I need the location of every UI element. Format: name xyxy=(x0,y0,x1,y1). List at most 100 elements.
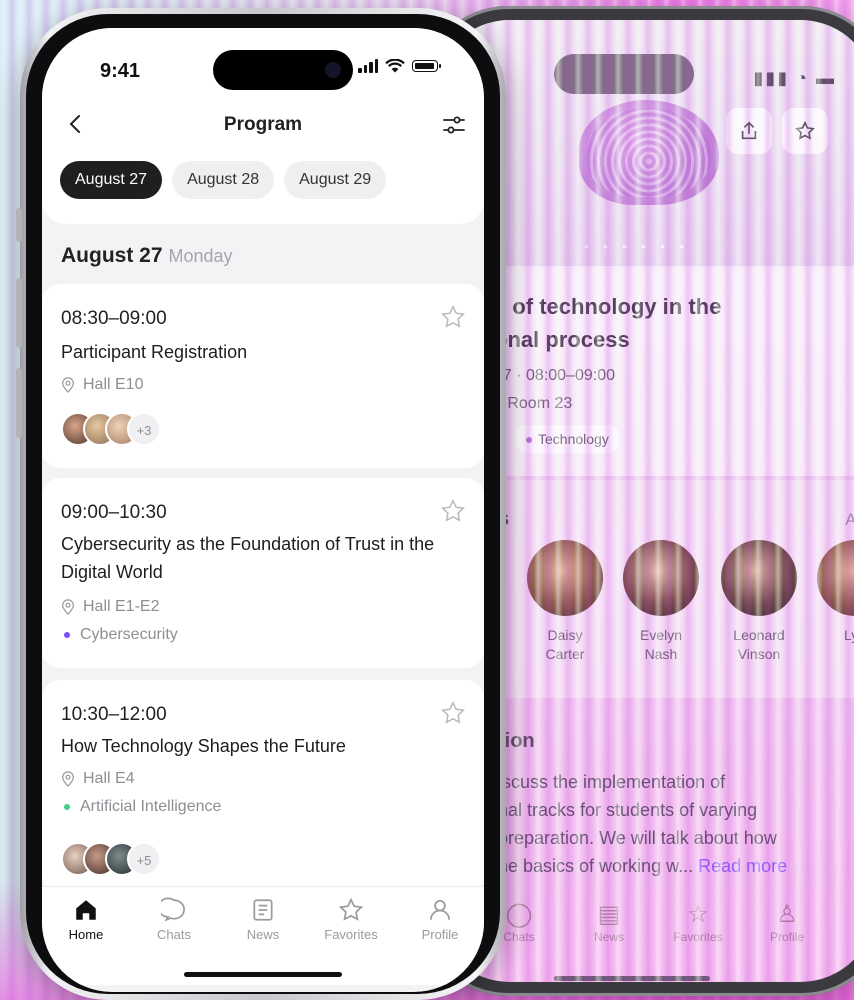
date-tab-august-27[interactable]: August 27 xyxy=(60,161,163,199)
session-tag-label: Artificial Intelligence xyxy=(80,798,222,815)
signal-icon xyxy=(358,59,378,73)
star-icon[interactable] xyxy=(440,304,466,330)
participants-avatars[interactable]: +3 xyxy=(61,412,161,446)
speaker-last-name: Nash xyxy=(644,646,678,662)
description-line: preparation. We will talk about how xyxy=(498,828,777,848)
profile-icon xyxy=(429,899,451,920)
speaker-photo xyxy=(527,540,603,616)
tab-news[interactable]: News xyxy=(223,897,303,942)
detail-tab-news[interactable]: ▤ News xyxy=(574,900,644,944)
day-heading: August 27 Monday xyxy=(61,244,233,268)
star-icon[interactable] xyxy=(440,498,466,524)
silent-switch xyxy=(16,208,22,242)
news-icon xyxy=(253,899,273,921)
tab-bar: Home Chats News Favorites Profile xyxy=(42,886,484,985)
tab-favorites[interactable]: Favorites xyxy=(311,897,391,942)
location-pin-icon xyxy=(62,771,74,787)
session-hall-label: Hall E1-E2 xyxy=(83,598,160,615)
brain-illustration xyxy=(579,100,719,205)
session-title: Participant Registration xyxy=(61,342,248,362)
profile-icon: ♙ xyxy=(776,901,798,928)
day-date: August 27 xyxy=(61,244,163,267)
tab-label: News xyxy=(593,930,624,944)
session-title: How Technology Shapes the Future xyxy=(61,736,346,756)
star-icon xyxy=(795,120,815,140)
speaker-first-name: Daisy xyxy=(547,627,583,643)
session-time: 08:30–09:00 xyxy=(61,308,167,329)
day-weekday: Monday xyxy=(168,246,233,266)
share-button[interactable] xyxy=(726,108,772,154)
session-tag: Cybersecurity xyxy=(64,626,178,644)
date-tabs: August 27 August 28 August 29 xyxy=(60,161,387,199)
speaker-first-name: Lyu xyxy=(843,627,854,643)
tab-label: Home xyxy=(68,927,104,942)
speaker-item[interactable]: Leonard Vinson xyxy=(714,540,804,664)
session-hall: Hall E10 xyxy=(61,376,143,394)
tab-home[interactable]: Home xyxy=(46,897,126,942)
detail-tag: Technology xyxy=(516,425,619,453)
session-card[interactable]: 09:00–10:30 Cybersecurity as the Foundat… xyxy=(42,478,484,668)
tab-label: Chats xyxy=(157,927,191,942)
program-screen: 9:41 Program August 27 August 28 August … xyxy=(42,28,484,992)
detail-tag-label: Technology xyxy=(538,431,609,447)
home-indicator xyxy=(184,972,342,977)
sliders-icon[interactable] xyxy=(442,114,466,136)
detail-title-line1: e of technology in the xyxy=(494,294,722,319)
description-line: iscuss the implementation of xyxy=(498,772,726,792)
tab-label: Favorites xyxy=(673,930,723,944)
session-card[interactable]: 08:30–09:00 Participant Registration Hal… xyxy=(42,284,484,468)
detail-tab-favorites[interactable]: ☆ Favorites xyxy=(663,900,733,944)
speaker-first-name: Leonard xyxy=(733,627,785,643)
speaker-photo xyxy=(817,540,854,616)
speaker-last-name: Vinson xyxy=(737,646,781,662)
program-phone: 9:41 Program August 27 August 28 August … xyxy=(16,8,506,1000)
favorite-button[interactable] xyxy=(782,108,828,154)
session-card[interactable]: 10:30–12:00 How Technology Shapes the Fu… xyxy=(42,680,484,894)
tag-dot xyxy=(64,804,70,810)
status-time: 9:41 xyxy=(100,60,141,82)
battery-icon xyxy=(412,60,441,72)
read-more-link[interactable]: Read more xyxy=(698,856,787,876)
speaker-item[interactable]: Evelyn Nash xyxy=(616,540,706,664)
speakers-all-link[interactable]: All xyxy=(845,510,854,530)
tag-dot xyxy=(526,437,532,444)
camera xyxy=(325,62,341,78)
participants-avatars[interactable]: +5 xyxy=(61,842,161,876)
tab-label: Chats xyxy=(503,930,535,944)
session-time: 10:30–12:00 xyxy=(61,704,167,725)
session-hall: Hall E4 xyxy=(61,770,135,788)
tab-chats[interactable]: Chats xyxy=(134,897,214,942)
session-tag-label: Cybersecurity xyxy=(80,626,178,643)
description-text: iscuss the implementation of nal tracks … xyxy=(498,768,838,880)
session-title: Cybersecurity as the Foundation of Trust… xyxy=(61,534,435,582)
location-pin-icon xyxy=(62,599,74,615)
location-pin-icon xyxy=(62,377,74,393)
detail-datetime: 17 · 08:00–09:00 xyxy=(494,367,615,384)
session-hall-label: Hall E4 xyxy=(83,770,135,787)
status-icons: ▮▮▮ ◔ ▬ xyxy=(753,68,836,88)
dynamic-island xyxy=(554,54,694,94)
star-icon xyxy=(338,897,364,921)
speaker-photo xyxy=(623,540,699,616)
tab-label: Profile xyxy=(421,927,459,942)
detail-tab-profile[interactable]: ♙ Profile xyxy=(752,900,822,944)
description-line: he basics of working w... xyxy=(498,856,694,876)
star-icon[interactable] xyxy=(440,700,466,726)
tab-profile[interactable]: Profile xyxy=(400,897,480,942)
speaker-item[interactable]: Lyu xyxy=(810,540,854,645)
detail-title: e of technology in the onal process xyxy=(494,290,854,356)
status-icons xyxy=(358,59,441,73)
speaker-item[interactable]: Daisy Carter xyxy=(520,540,610,664)
tab-label: Favorites xyxy=(324,927,378,942)
wifi-icon xyxy=(385,59,405,73)
session-hall: Hall E1-E2 xyxy=(61,598,159,616)
tag-dot xyxy=(64,632,70,638)
speaker-first-name: Evelyn xyxy=(639,627,683,643)
avatar-more-count: +5 xyxy=(127,842,161,876)
star-icon: ☆ xyxy=(687,901,709,928)
avatar-more-count: +3 xyxy=(127,412,161,446)
date-tab-august-29[interactable]: August 29 xyxy=(284,161,387,199)
date-tab-august-28[interactable]: August 28 xyxy=(172,161,275,199)
volume-down-button xyxy=(16,368,22,438)
session-hall-label: Hall E10 xyxy=(83,376,144,393)
